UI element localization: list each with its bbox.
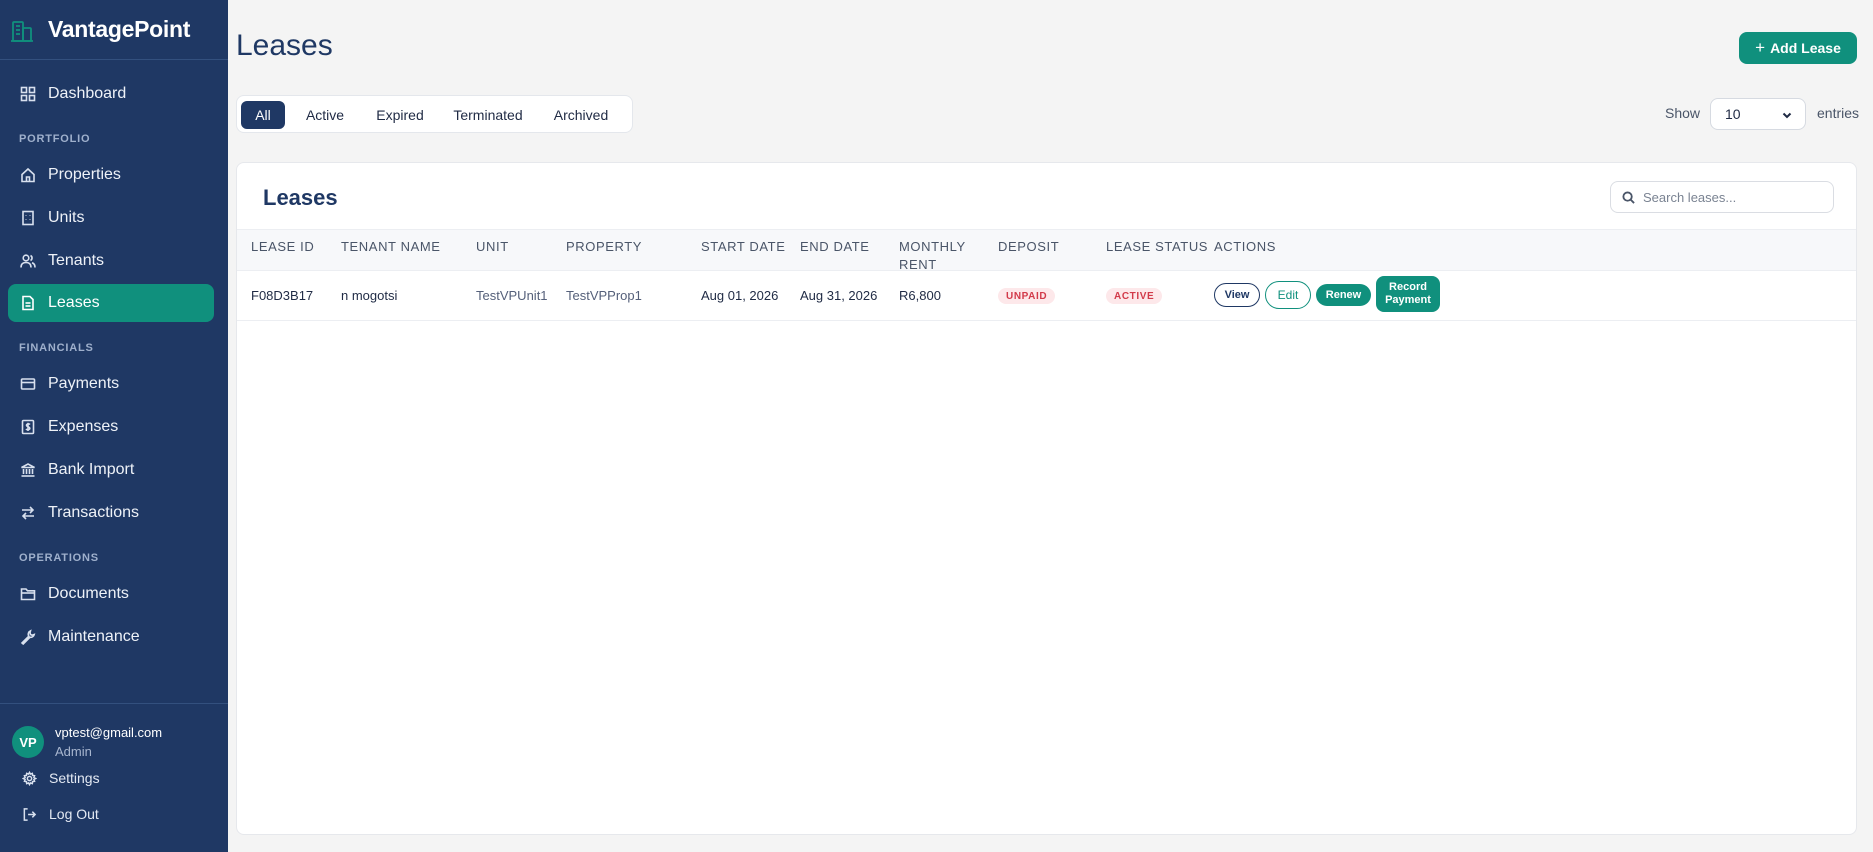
deposit-status-badge: UNPAID <box>998 288 1056 304</box>
sidebar-item-label: Dashboard <box>48 85 127 102</box>
column-header-property[interactable]: PROPERTY <box>566 238 642 256</box>
cell-start-date: Aug 01, 2026 <box>701 288 779 303</box>
plus-icon: + <box>1755 38 1766 57</box>
document-icon <box>22 295 34 311</box>
sidebar-item-leases[interactable]: Leases <box>8 284 214 322</box>
section-label-portfolio: PORTFOLIO <box>19 133 91 145</box>
leases-card: Leases Search leases... LEASE ID TENANT … <box>236 162 1857 835</box>
view-button[interactable]: View <box>1214 283 1260 307</box>
cell-monthly-rent: R6,800 <box>899 288 941 303</box>
chevron-down-icon <box>1782 112 1792 119</box>
section-label-financials: FINANCIALS <box>19 342 94 354</box>
sidebar-item-label: Leases <box>48 294 100 311</box>
search-placeholder: Search leases... <box>1643 189 1737 205</box>
sidebar-item-dashboard[interactable]: Dashboard <box>8 75 214 113</box>
cell-lease-id: F08D3B17 <box>251 288 314 303</box>
logout-label: Log Out <box>49 806 99 822</box>
tab-terminated[interactable]: Terminated <box>445 101 531 129</box>
sidebar-item-label: Payments <box>48 375 120 392</box>
building-icon <box>22 210 34 226</box>
logout-icon <box>23 807 37 821</box>
column-header-lease-status[interactable]: LEASE STATUS <box>1106 238 1208 256</box>
users-icon <box>20 254 36 268</box>
column-header-lease-id[interactable]: LEASE ID <box>251 238 314 256</box>
sidebar-item-label: Bank Import <box>48 461 135 478</box>
section-label-operations: OPERATIONS <box>19 552 99 564</box>
sidebar-item-expenses[interactable]: Expenses <box>8 408 214 446</box>
status-filter-tabs: All Active Expired Terminated Archived <box>236 95 633 133</box>
cell-unit: TestVPUnit1 <box>476 288 548 303</box>
user-email: vptest@gmail.com <box>55 725 163 740</box>
sidebar-item-label: Documents <box>48 585 129 602</box>
sidebar-item-label: Transactions <box>48 504 139 521</box>
card-title: Leases <box>263 185 338 210</box>
column-header-unit[interactable]: UNIT <box>476 238 509 256</box>
column-header-start-date[interactable]: START DATE <box>701 238 786 256</box>
sidebar-item-label: Properties <box>48 166 121 183</box>
column-header-tenant-name[interactable]: TENANT NAME <box>341 238 441 256</box>
credit-card-icon <box>20 378 36 390</box>
add-lease-label: Add Lease <box>1770 40 1841 56</box>
page-title: Leases <box>236 29 333 62</box>
renew-button[interactable]: Renew <box>1316 284 1371 306</box>
edit-button[interactable]: Edit <box>1265 281 1311 309</box>
search-input[interactable]: Search leases... <box>1610 181 1834 213</box>
cell-property: TestVPProp1 <box>566 288 642 303</box>
building-logo-icon <box>11 20 33 42</box>
show-label: Show <box>1665 105 1701 121</box>
sidebar-item-bank-import[interactable]: Bank Import <box>8 451 214 489</box>
column-header-end-date[interactable]: END DATE <box>800 238 870 256</box>
gear-icon <box>22 770 37 786</box>
record-payment-button[interactable]: Record Payment <box>1376 276 1440 312</box>
column-header-monthly-rent[interactable]: MONTHLY RENT <box>899 238 979 274</box>
brand-name: VantagePoint <box>48 16 191 42</box>
sidebar-item-transactions[interactable]: Transactions <box>8 494 214 532</box>
column-header-actions: ACTIONS <box>1214 239 1276 254</box>
sidebar-item-label: Units <box>48 209 85 226</box>
sidebar-item-tenants[interactable]: Tenants <box>8 242 214 280</box>
sidebar-item-maintenance[interactable]: Maintenance <box>8 618 214 656</box>
sidebar-item-documents[interactable]: Documents <box>8 575 214 613</box>
receipt-icon <box>21 419 35 435</box>
sidebar-item-properties[interactable]: Properties <box>8 156 214 194</box>
arrows-exchange-icon <box>21 506 35 520</box>
home-icon <box>21 167 35 183</box>
entries-label: entries <box>1817 105 1860 121</box>
entries-value: 10 <box>1725 106 1741 122</box>
folder-icon <box>20 588 36 601</box>
sidebar-item-units[interactable]: Units <box>8 199 214 237</box>
cell-tenant-name: n mogotsi <box>341 288 398 303</box>
brand[interactable]: VantagePoint <box>0 0 228 60</box>
wrench-icon <box>20 629 36 645</box>
column-header-deposit[interactable]: DEPOSIT <box>998 238 1059 256</box>
sidebar-item-label: Maintenance <box>48 628 140 645</box>
user-role: Admin <box>55 744 92 759</box>
settings-link[interactable]: Settings <box>22 770 100 786</box>
dashboard-icon <box>20 86 36 102</box>
avatar[interactable]: VP <box>12 726 44 758</box>
sidebar-item-label: Tenants <box>48 252 105 269</box>
user-panel: VP vptest@gmail.com Admin Settings Log O… <box>0 703 228 852</box>
table-row: F08D3B17 n mogotsi TestVPUnit1 TestVPPro… <box>237 271 1856 321</box>
settings-label: Settings <box>49 770 100 786</box>
entries-select[interactable]: 10 <box>1710 98 1806 130</box>
sidebar-item-payments[interactable]: Payments <box>8 365 214 403</box>
tab-expired[interactable]: Expired <box>365 101 435 129</box>
lease-status-badge: ACTIVE <box>1106 288 1163 304</box>
search-icon <box>1622 191 1635 204</box>
cell-end-date: Aug 31, 2026 <box>800 288 878 303</box>
tab-archived[interactable]: Archived <box>541 101 621 129</box>
tab-active[interactable]: Active <box>295 101 355 129</box>
logout-link[interactable]: Log Out <box>22 806 99 822</box>
tab-all[interactable]: All <box>241 101 285 129</box>
add-lease-button[interactable]: + Add Lease <box>1739 32 1857 64</box>
sidebar-item-label: Expenses <box>48 418 119 435</box>
sidebar: VantagePoint Dashboard PORTFOLIO Propert… <box>0 0 228 852</box>
table-header: LEASE ID TENANT NAME UNIT PROPERTY START… <box>237 229 1856 274</box>
bank-icon <box>21 463 35 477</box>
